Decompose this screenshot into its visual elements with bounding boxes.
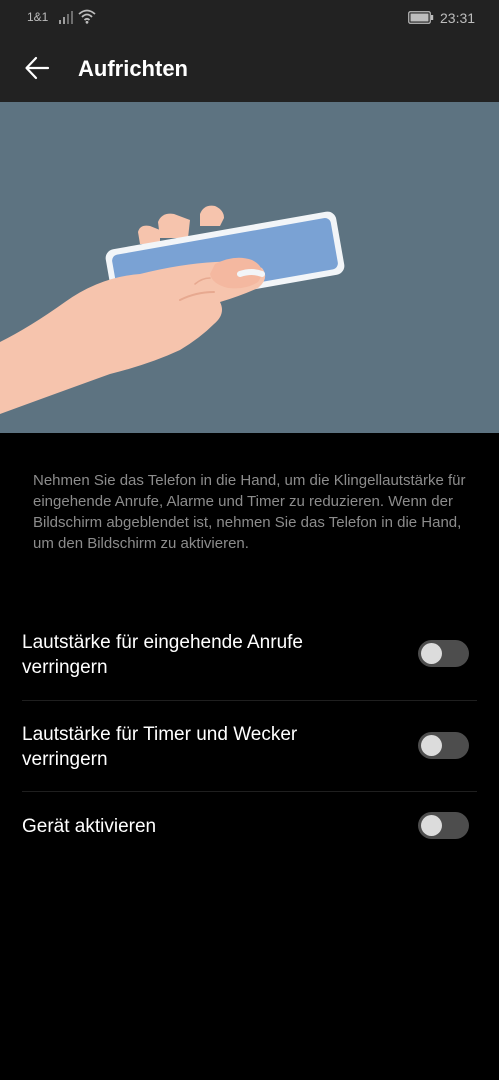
setting-row-timer-alarm[interactable]: Lautstärke für Timer und Wecker verringe… (0, 701, 499, 792)
setting-row-wake-device[interactable]: Gerät aktivieren (0, 792, 499, 862)
incoming-calls-toggle[interactable] (418, 640, 469, 667)
setting-label: Lautstärke für eingehende Anrufe verring… (22, 632, 303, 678)
signal-icon (59, 11, 73, 24)
setting-row-incoming-calls[interactable]: Lautstärke für eingehende Anrufe verring… (0, 620, 499, 700)
app-bar: Aufrichten (0, 36, 499, 102)
wifi-icon (78, 9, 96, 24)
toggle-knob (421, 815, 442, 836)
toggle-knob (421, 643, 442, 664)
battery-icon (408, 11, 434, 24)
feature-description: Nehmen Sie das Telefon in die Hand, um d… (33, 472, 466, 552)
page-title: Aufrichten (78, 56, 188, 81)
back-button[interactable] (14, 48, 58, 88)
toggle-knob (421, 735, 442, 756)
hand-lifting-phone-illustration (0, 205, 345, 414)
carrier-label: 1&1 (27, 10, 49, 24)
setting-label: Lautstärke für Timer und Wecker verringe… (22, 724, 298, 770)
clock: 23:31 (440, 10, 476, 26)
arrow-left-icon (25, 56, 50, 80)
status-bar: 1&1 23:31 (0, 0, 499, 36)
wake-device-toggle[interactable] (418, 812, 469, 839)
setting-label: Gerät aktivieren (22, 816, 157, 837)
hero-illustration (0, 102, 499, 433)
timer-alarm-toggle[interactable] (418, 732, 469, 759)
